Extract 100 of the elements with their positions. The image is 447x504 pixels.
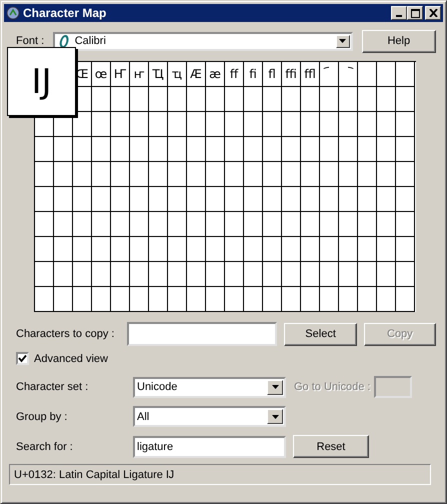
character-cell[interactable]	[282, 112, 301, 137]
character-cell[interactable]	[92, 87, 111, 112]
character-cell[interactable]	[320, 162, 339, 187]
checkbox[interactable]	[16, 352, 29, 365]
character-cell[interactable]	[73, 237, 92, 262]
character-cell[interactable]: ﬄ	[301, 62, 320, 87]
character-cell[interactable]	[187, 162, 206, 187]
character-cell[interactable]	[130, 262, 149, 287]
character-cell[interactable]	[301, 237, 320, 262]
character-cell[interactable]	[244, 162, 263, 187]
character-cell[interactable]	[301, 87, 320, 112]
character-cell[interactable]	[358, 162, 377, 187]
character-cell[interactable]	[54, 262, 73, 287]
character-cell[interactable]	[396, 287, 415, 312]
character-cell[interactable]	[149, 87, 168, 112]
character-cell[interactable]	[339, 137, 358, 162]
character-cell[interactable]	[206, 212, 225, 237]
character-cell[interactable]	[225, 112, 244, 137]
character-cell[interactable]	[187, 212, 206, 237]
character-cell[interactable]	[339, 162, 358, 187]
character-cell[interactable]	[320, 87, 339, 112]
character-cell[interactable]	[301, 162, 320, 187]
character-cell[interactable]	[54, 212, 73, 237]
character-cell[interactable]	[73, 162, 92, 187]
character-cell[interactable]	[111, 137, 130, 162]
character-cell[interactable]	[206, 87, 225, 112]
character-cell[interactable]	[396, 187, 415, 212]
character-cell[interactable]	[320, 262, 339, 287]
character-cell[interactable]	[396, 262, 415, 287]
character-cell[interactable]: ﬀ	[225, 62, 244, 87]
character-cell[interactable]	[92, 212, 111, 237]
character-cell[interactable]	[396, 162, 415, 187]
character-cell[interactable]	[263, 87, 282, 112]
character-cell[interactable]	[35, 162, 54, 187]
character-cell[interactable]	[73, 287, 92, 312]
character-cell[interactable]	[358, 212, 377, 237]
character-cell[interactable]	[320, 187, 339, 212]
character-cell[interactable]: Ҥ	[111, 62, 130, 87]
character-cell[interactable]	[339, 112, 358, 137]
character-cell[interactable]	[73, 212, 92, 237]
character-cell[interactable]	[187, 187, 206, 212]
character-cell[interactable]	[263, 262, 282, 287]
character-cell[interactable]	[35, 212, 54, 237]
character-cell[interactable]	[187, 137, 206, 162]
reset-button[interactable]: Reset	[293, 435, 369, 458]
character-cell[interactable]	[168, 187, 187, 212]
character-cell[interactable]	[377, 187, 396, 212]
character-cell[interactable]	[35, 187, 54, 212]
character-cell[interactable]	[225, 137, 244, 162]
character-cell[interactable]	[111, 162, 130, 187]
character-cell[interactable]	[263, 137, 282, 162]
character-cell[interactable]	[73, 187, 92, 212]
character-cell[interactable]	[377, 212, 396, 237]
character-cell[interactable]: ӕ	[206, 62, 225, 87]
character-cell[interactable]	[149, 237, 168, 262]
character-cell[interactable]	[339, 87, 358, 112]
character-cell[interactable]	[168, 87, 187, 112]
characters-to-copy-field[interactable]	[127, 322, 278, 346]
character-cell[interactable]	[339, 237, 358, 262]
character-cell[interactable]	[301, 262, 320, 287]
character-cell[interactable]	[358, 262, 377, 287]
character-cell[interactable]: ︠	[320, 62, 339, 87]
character-cell[interactable]	[358, 112, 377, 137]
character-cell[interactable]	[73, 137, 92, 162]
character-cell[interactable]: Ҵ	[149, 62, 168, 87]
character-cell[interactable]	[263, 237, 282, 262]
character-cell[interactable]	[111, 237, 130, 262]
character-cell[interactable]	[92, 112, 111, 137]
character-cell[interactable]	[244, 137, 263, 162]
character-cell[interactable]	[339, 262, 358, 287]
character-cell[interactable]	[111, 262, 130, 287]
character-cell[interactable]	[282, 137, 301, 162]
character-cell[interactable]	[282, 187, 301, 212]
character-cell[interactable]	[130, 137, 149, 162]
character-cell[interactable]	[130, 87, 149, 112]
character-cell[interactable]: ҥ	[130, 62, 149, 87]
character-cell[interactable]	[130, 112, 149, 137]
character-cell[interactable]	[111, 212, 130, 237]
character-cell[interactable]	[358, 187, 377, 212]
character-cell[interactable]	[377, 237, 396, 262]
character-cell[interactable]	[225, 87, 244, 112]
character-cell[interactable]	[225, 287, 244, 312]
character-cell[interactable]	[301, 287, 320, 312]
character-cell[interactable]	[339, 187, 358, 212]
character-cell[interactable]	[111, 112, 130, 137]
character-cell[interactable]	[54, 187, 73, 212]
character-cell[interactable]	[225, 262, 244, 287]
character-cell[interactable]	[130, 287, 149, 312]
character-cell[interactable]	[358, 137, 377, 162]
character-cell[interactable]	[339, 287, 358, 312]
character-cell[interactable]	[187, 237, 206, 262]
character-cell[interactable]	[92, 237, 111, 262]
character-cell[interactable]	[206, 237, 225, 262]
character-cell[interactable]	[225, 237, 244, 262]
character-cell[interactable]	[396, 237, 415, 262]
character-cell[interactable]	[396, 137, 415, 162]
character-cell[interactable]	[130, 212, 149, 237]
character-cell[interactable]	[35, 137, 54, 162]
character-cell[interactable]	[320, 112, 339, 137]
character-set-dropdown[interactable]: Unicode	[133, 376, 286, 398]
